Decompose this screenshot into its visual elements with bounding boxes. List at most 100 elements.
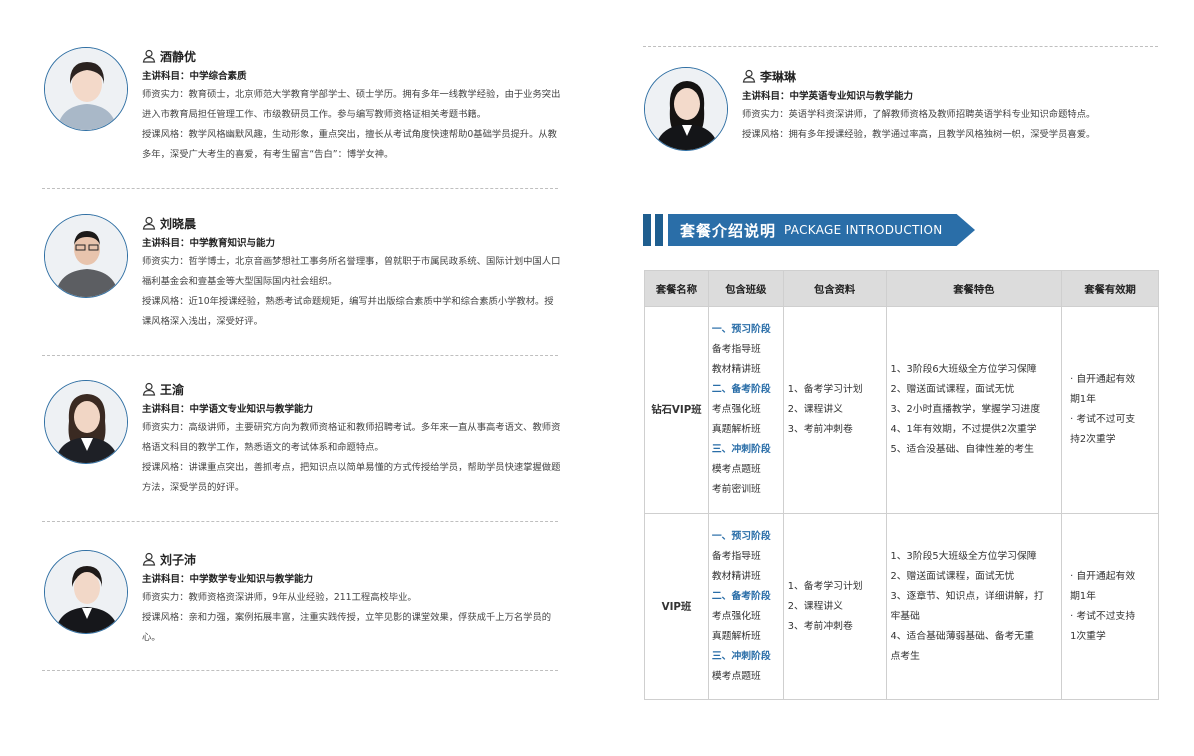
user-icon [142, 552, 156, 566]
class-item: 真题解析班 [711, 424, 761, 435]
feature-item: 1、3阶段5大班级全方位学习保障 [890, 550, 1037, 562]
class-item: 教材精讲班 [711, 570, 761, 582]
package-table: 套餐名称 包含班级 包含资料 套餐特色 套餐有效期 钻石VIP班 一、预习阶段 … [644, 270, 1159, 700]
table-header-row: 套餐名称 包含班级 包含资料 套餐特色 套餐有效期 [644, 270, 1159, 307]
validity-line: 期1年 [1070, 394, 1096, 405]
section-title-en: PACKAGE INTRODUCTION [784, 223, 943, 237]
validity-line: 期1年 [1070, 590, 1096, 602]
section-divider [643, 46, 1158, 47]
class-item: 考点强化班 [711, 610, 761, 622]
stage-label: 二、备考阶段 [711, 384, 771, 395]
material-item: 3、考前冲刺卷 [787, 424, 853, 435]
feature-item: 5、适合没基础、自律性差的考生 [890, 444, 1034, 455]
validity-line: · 自开通起有效 [1070, 374, 1136, 385]
feature-item: 2、赠送面试课程，面试无忧 [890, 570, 1015, 582]
teacher-strength: 师资实力：英语学科资深讲师，了解教师资格及教师招聘英语学科专业知识命题特点。 [742, 109, 1096, 120]
package-materials: 1、备考学习计划 2、课程讲义 3、考前冲刺卷 [782, 306, 887, 514]
table-row: VIP班 一、预习阶段 备考指导班 教材精讲班 二、备考阶段 考点强化班 真题解… [644, 513, 1159, 700]
feature-item: 4、1年有效期，不过提供2次重学 [890, 424, 1037, 435]
teacher-strength: 师资实力：教师资格资深讲师，9年从业经验，211工程高校毕业。 [142, 592, 417, 603]
teacher-photo [44, 550, 128, 634]
package-classes: 一、预习阶段 备考指导班 教材精讲班 二、备考阶段 考点强化班 真题解析班 三、… [707, 306, 784, 514]
teacher-strength: 师资实力：高级讲师，主要研究方向为教师资格证和教师招聘考试。多年来一直从事高考语… [142, 422, 561, 453]
material-item: 2、课程讲义 [787, 404, 843, 415]
teacher-style: 授课风格：讲课重点突出，善抓考点，把知识点以简单易懂的方式传授给学员，帮助学员快… [142, 462, 561, 493]
material-item: 2、课程讲义 [787, 600, 843, 612]
stage-label: 二、备考阶段 [711, 590, 771, 602]
teacher-photo [644, 67, 728, 151]
class-item: 考前密训班 [711, 484, 761, 495]
teacher-name: 王渝 [160, 382, 185, 397]
teacher-card: 王渝 主讲科目：中学语文专业知识与教学能力 师资实力：高级讲师，主要研究方向为教… [42, 380, 560, 510]
user-icon [742, 69, 756, 83]
package-classes: 一、预习阶段 备考指导班 教材精讲班 二、备考阶段 考点强化班 真题解析班 三、… [707, 513, 784, 700]
class-item: 考点强化班 [711, 404, 761, 415]
teacher-subject: 主讲科目：中学数学专业知识与教学能力 [142, 574, 314, 585]
package-features: 1、3阶段6大班级全方位学习保障 2、赠送面试课程，面试无忧 3、2小时直播教学… [885, 306, 1063, 514]
teacher-subject: 主讲科目：中学英语专业知识与教学能力 [742, 91, 914, 102]
teacher-subject: 主讲科目：中学语文专业知识与教学能力 [142, 404, 314, 415]
teacher-style: 授课风格：教学风格幽默风趣，生动形象，重点突出，擅长从考试角度快速帮助0基础学员… [142, 129, 557, 160]
feature-item: 牢基础 [890, 610, 920, 622]
section-divider [42, 521, 558, 522]
class-item: 教材精讲班 [711, 364, 761, 375]
section-divider [42, 670, 558, 671]
user-icon [142, 382, 156, 396]
teacher-name: 酒静优 [160, 49, 197, 64]
teacher-photo [44, 214, 128, 298]
package-validity: · 自开通起有效 期1年 · 考试不过可支 持2次重学 [1061, 306, 1159, 514]
teacher-card: 刘晓晨 主讲科目：中学教育知识与能力 师资实力：哲学博士，北京音画梦想社工事务所… [42, 214, 560, 344]
table-row: 钻石VIP班 一、预习阶段 备考指导班 教材精讲班 二、备考阶段 考点强化班 真… [644, 306, 1159, 514]
validity-line: 持2次重学 [1070, 434, 1116, 445]
teacher-strength: 师资实力：教育硕士，北京师范大学教育学部学士、硕士学历。拥有多年一线教学经验，由… [142, 89, 561, 120]
teacher-subject: 主讲科目：中学教育知识与能力 [142, 238, 276, 249]
feature-item: 点考生 [890, 650, 920, 662]
teacher-strength: 师资实力：哲学博士，北京音画梦想社工事务所名誉理事，曾就职于市属民政系统、国际计… [142, 256, 561, 287]
teacher-subject: 主讲科目：中学综合素质 [142, 71, 247, 82]
validity-line: · 自开通起有效 [1070, 570, 1136, 582]
package-materials: 1、备考学习计划 2、课程讲义 3、考前冲刺卷 [782, 513, 887, 700]
column-header: 套餐特色 [885, 270, 1063, 307]
feature-item: 3、逐章节、知识点，详细讲解，打 [890, 590, 1044, 602]
teacher-style: 授课风格：亲和力强，案例拓展丰富，注重实践传授，立竿见影的课堂效果，俘获成千上万… [142, 612, 552, 643]
feature-item: 1、3阶段6大班级全方位学习保障 [890, 364, 1037, 375]
teacher-card: 刘子沛 主讲科目：中学数学专业知识与教学能力 师资实力：教师资格资深讲师，9年从… [42, 550, 558, 660]
class-item: 备考指导班 [711, 550, 761, 562]
header-banner: 套餐介绍说明 PACKAGE INTRODUCTION [668, 214, 975, 246]
material-item: 3、考前冲刺卷 [787, 620, 853, 632]
feature-item: 2、赠送面试课程，面试无忧 [890, 384, 1015, 395]
section-divider [42, 355, 558, 356]
teacher-name: 刘子沛 [160, 552, 197, 567]
stage-label: 三、冲刺阶段 [711, 650, 771, 662]
section-title-cn: 套餐介绍说明 [680, 221, 777, 240]
class-item: 模考点题班 [711, 464, 761, 475]
teacher-card: 酒静优 主讲科目：中学综合素质 师资实力：教育硕士，北京师范大学教育学部学士、硕… [42, 47, 560, 177]
header-decoration-bar [643, 214, 651, 246]
teacher-photo [44, 47, 128, 131]
user-icon [142, 49, 156, 63]
teacher-card: 李琳琳 主讲科目：中学英语专业知识与教学能力 师资实力：英语学科资深讲师，了解教… [642, 67, 1158, 157]
package-name: VIP班 [644, 513, 709, 700]
teacher-style: 授课风格：近10年授课经验，熟悉考试命题规矩，编写并出版综合素质中学和综合素质小… [142, 296, 554, 327]
feature-item: 3、2小时直播教学，掌握学习进度 [890, 404, 1041, 415]
header-decoration-bar [655, 214, 663, 246]
validity-line: · 考试不过可支 [1070, 414, 1136, 425]
package-name: 钻石VIP班 [644, 306, 709, 514]
package-validity: · 自开通起有效 期1年 · 考试不过支持 1次重学 [1061, 513, 1159, 700]
teacher-style: 授课风格：拥有多年授课经验，教学通过率高，且教学风格独树一帜，深受学员喜爱。 [742, 129, 1096, 140]
column-header: 套餐名称 [644, 270, 709, 307]
class-item: 备考指导班 [711, 344, 761, 355]
class-item: 真题解析班 [711, 630, 761, 642]
teacher-photo [44, 380, 128, 464]
stage-label: 一、预习阶段 [711, 324, 771, 335]
material-item: 1、备考学习计划 [787, 580, 863, 592]
stage-label: 三、冲刺阶段 [711, 444, 771, 455]
class-item: 模考点题班 [711, 670, 761, 682]
user-icon [142, 216, 156, 230]
material-item: 1、备考学习计划 [787, 384, 863, 395]
package-features: 1、3阶段5大班级全方位学习保障 2、赠送面试课程，面试无忧 3、逐章节、知识点… [885, 513, 1063, 700]
section-divider [42, 188, 558, 189]
teacher-name: 李琳琳 [760, 69, 797, 84]
column-header: 包含资料 [782, 270, 887, 307]
package-section-header: 套餐介绍说明 PACKAGE INTRODUCTION [643, 214, 975, 246]
